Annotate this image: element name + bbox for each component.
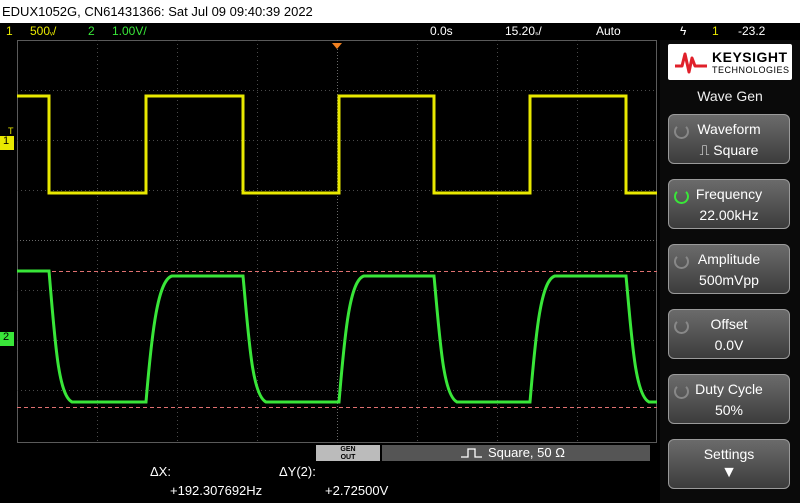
trigger-mode[interactable]: Auto: [596, 23, 621, 40]
y-cursors: [17, 271, 657, 408]
softkey-value: 22.00kHz: [699, 207, 759, 223]
gen-out-badge: GEN OUT: [316, 445, 380, 461]
keysight-logo: KEYSIGHT TECHNOLOGIES: [668, 44, 792, 80]
softkey-value: 0.0V: [714, 337, 744, 353]
gen-out-line2: OUT: [340, 454, 356, 461]
softkey-value: 500mVpp: [699, 272, 759, 288]
ch2-scale[interactable]: 1.00V/: [112, 23, 147, 40]
frequency-softkey[interactable]: Frequency 22.00kHz: [668, 179, 790, 229]
softkey-label: Offset: [710, 316, 748, 332]
grid-center-axes: [17, 40, 657, 443]
ch2-number[interactable]: 2: [88, 23, 95, 40]
status-bar: 1 500ᵥ/ 2 1.00V/ 0.0s 15.20ₛ/ Auto ϟ 1 -…: [0, 23, 800, 40]
waveform-softkey[interactable]: Waveform ⎍ Square: [668, 114, 790, 164]
time-delay[interactable]: 0.0s: [430, 23, 453, 40]
title-bar-text: EDUX1052G, CN61431366: Sat Jul 09 09:40:…: [2, 4, 313, 19]
softkey-label: Settings: [703, 446, 755, 462]
brand-sub: TECHNOLOGIES: [712, 65, 790, 75]
softkey-value: ⎍ Square: [699, 142, 759, 158]
ch1-marker-label[interactable]: 1: [3, 135, 9, 147]
trigger-level[interactable]: -23.2: [738, 23, 765, 40]
trigger-source[interactable]: 1: [712, 23, 719, 40]
amplitude-softkey[interactable]: Amplitude 500mVpp: [668, 244, 790, 294]
trigger-level-marker[interactable]: T: [8, 126, 14, 136]
ch1-scale[interactable]: 500ᵥ/: [30, 23, 56, 41]
softkey-label: Amplitude: [697, 251, 761, 267]
trigger-position-marker: [332, 43, 342, 49]
wavegen-summary-text: Square, 50 Ω: [488, 445, 565, 460]
keysight-wave-icon: [675, 52, 707, 74]
menu-title: Wave Gen: [697, 88, 763, 104]
softkey-label: Frequency: [695, 186, 763, 202]
gen-out-line1: GEN: [340, 446, 356, 453]
time-scale[interactable]: 15.20ₛ/: [505, 23, 542, 41]
softkey-label: Duty Cycle: [695, 381, 763, 397]
softkey-value: 50%: [714, 402, 744, 418]
down-arrow-icon: ▼: [721, 464, 737, 481]
ch2-marker-label[interactable]: 2: [3, 331, 9, 343]
square-wave-icon: [461, 448, 482, 458]
waveform-display[interactable]: 1 T 2: [0, 40, 658, 443]
settings-softkey[interactable]: Settings ▼: [668, 439, 790, 489]
softkey-label: Waveform: [697, 121, 761, 137]
trigger-icon[interactable]: ϟ: [680, 23, 686, 40]
offset-softkey[interactable]: Offset 0.0V: [668, 309, 790, 359]
cursor-measurements: ΔX: +192.307692Hz ΔY(2): +2.72500V: [0, 462, 658, 503]
wavegen-summary[interactable]: Square, 50 Ω: [382, 445, 650, 461]
duty-cycle-softkey[interactable]: Duty Cycle 50%: [668, 374, 790, 424]
delta-y-label: ΔY(2):: [279, 464, 316, 479]
graticule-and-traces: [0, 40, 657, 443]
title-bar: EDUX1052G, CN61431366: Sat Jul 09 09:40:…: [0, 0, 800, 23]
delta-x-value: +192.307692Hz: [170, 483, 263, 498]
brand-name: KEYSIGHT: [712, 49, 788, 65]
delta-y-value: +2.72500V: [325, 483, 389, 498]
ch1-number[interactable]: 1: [6, 23, 13, 40]
delta-x-label: ΔX:: [150, 464, 171, 479]
